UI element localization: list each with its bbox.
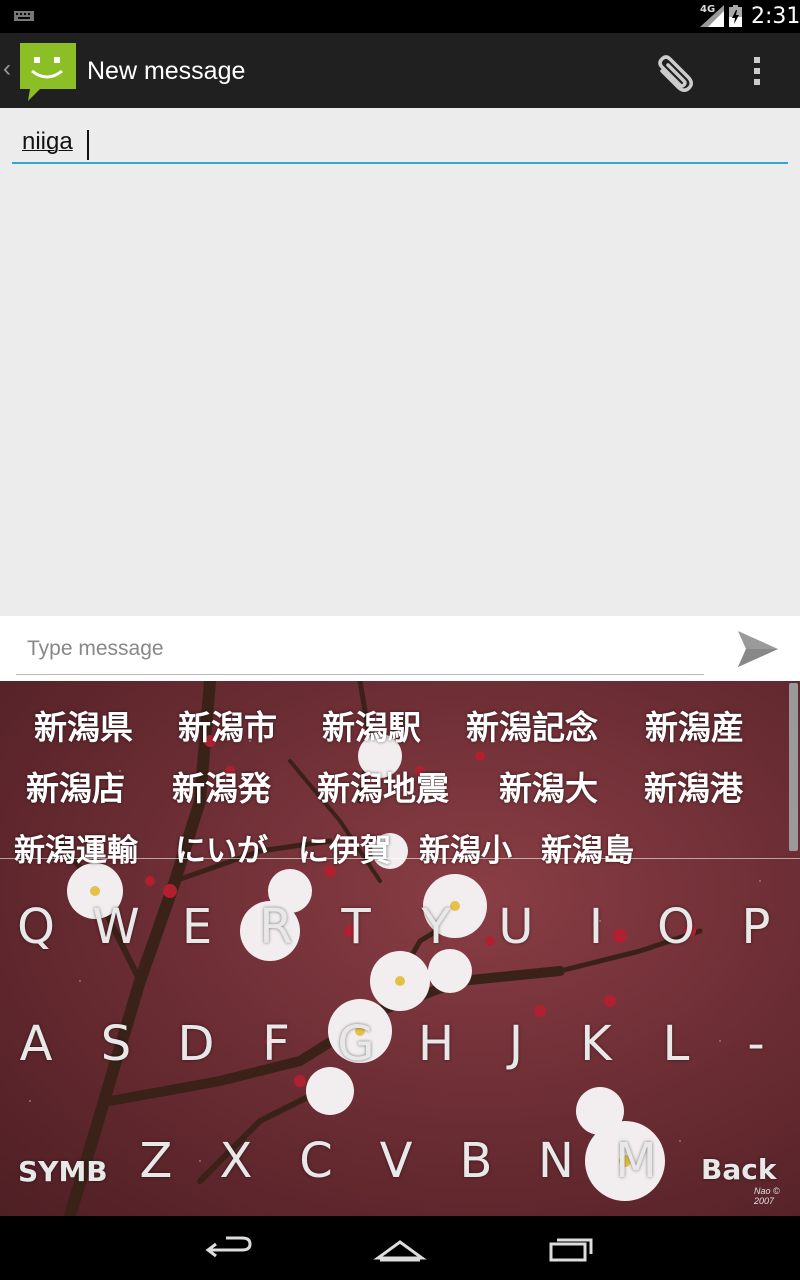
candidate-word[interactable]: 新潟運輸	[14, 825, 138, 870]
key-j[interactable]: J	[486, 1016, 546, 1072]
key-x[interactable]: X	[206, 1133, 266, 1189]
up-caret-icon[interactable]: ‹	[3, 55, 11, 83]
candidate-word[interactable]: 新潟発	[172, 762, 271, 810]
candidate-word[interactable]: 新潟島	[541, 825, 634, 870]
overflow-menu-icon[interactable]	[742, 51, 772, 91]
symbol-key[interactable]: SYMB	[18, 1155, 108, 1188]
candidate-word[interactable]: 新潟駅	[322, 701, 421, 749]
key-c[interactable]: C	[286, 1133, 346, 1189]
soft-keyboard: 新潟県 新潟市 新潟駅 新潟記念 新潟産 新潟店 新潟発 新潟地震 新潟大 新潟…	[0, 681, 800, 1216]
recipient-input-text[interactable]: niiga	[22, 128, 73, 156]
clock: 2:31	[751, 4, 800, 29]
action-bar: ‹ New message	[0, 33, 800, 111]
candidate-word[interactable]: 新潟港	[644, 762, 743, 810]
key-y[interactable]: Y	[406, 899, 466, 955]
key-a[interactable]: A	[6, 1016, 66, 1072]
text-cursor	[87, 130, 89, 160]
candidate-scrollbar[interactable]	[789, 683, 798, 851]
send-icon[interactable]	[736, 629, 780, 669]
screen-title: New message	[87, 57, 246, 85]
candidate-word[interactable]: に伊賀	[298, 825, 391, 870]
signal-icon	[700, 5, 724, 27]
key-f[interactable]: F	[246, 1016, 306, 1072]
recipient-field[interactable]: niiga	[12, 124, 788, 164]
candidate-word[interactable]: 新潟産	[645, 701, 744, 749]
key-h[interactable]: H	[406, 1016, 466, 1072]
messaging-app-icon[interactable]	[16, 39, 80, 103]
key-l[interactable]: L	[646, 1016, 706, 1072]
status-bar: 4G 2:31	[0, 0, 800, 33]
candidate-word[interactable]: 新潟小	[419, 825, 512, 870]
navigation-bar	[0, 1216, 800, 1280]
key-s[interactable]: S	[86, 1016, 146, 1072]
candidate-bar: 新潟県 新潟市 新潟駅 新潟記念 新潟産 新潟店 新潟発 新潟地震 新潟大 新潟…	[0, 681, 800, 869]
recent-apps-icon[interactable]	[541, 1230, 601, 1270]
key-g[interactable]: G	[326, 1016, 386, 1072]
candidate-word[interactable]: 新潟地震	[317, 762, 449, 810]
key-n[interactable]: N	[526, 1133, 586, 1189]
wallpaper-credit: Nao © 2007	[754, 1186, 780, 1206]
key-hyphen[interactable]: -	[726, 1016, 786, 1072]
key-o[interactable]: O	[646, 899, 706, 955]
back-nav-icon[interactable]	[200, 1230, 260, 1270]
key-b[interactable]: B	[446, 1133, 506, 1189]
candidate-word[interactable]: にいが	[175, 825, 268, 870]
message-input[interactable]: Type message	[16, 632, 704, 675]
candidate-word[interactable]: 新潟県	[34, 701, 133, 749]
key-p[interactable]: P	[726, 899, 786, 955]
battery-icon	[729, 5, 742, 27]
candidate-word[interactable]: 新潟大	[499, 762, 598, 810]
backspace-key[interactable]: Back	[701, 1153, 776, 1186]
key-t[interactable]: T	[326, 899, 386, 955]
conversation-area: niiga	[0, 108, 800, 616]
key-e[interactable]: E	[167, 899, 227, 955]
key-m[interactable]: M	[606, 1133, 666, 1189]
key-d[interactable]: D	[166, 1016, 226, 1072]
key-q[interactable]: Q	[6, 899, 66, 955]
key-w[interactable]: W	[86, 899, 146, 955]
candidate-word[interactable]: 新潟記念	[466, 701, 598, 749]
key-i[interactable]: I	[566, 899, 626, 955]
home-nav-icon[interactable]	[370, 1230, 430, 1270]
key-u[interactable]: U	[486, 899, 546, 955]
key-k[interactable]: K	[566, 1016, 626, 1072]
key-v[interactable]: V	[366, 1133, 426, 1189]
attach-icon[interactable]	[650, 51, 694, 95]
candidate-word[interactable]: 新潟市	[178, 701, 277, 749]
candidate-word[interactable]: 新潟店	[26, 762, 125, 810]
keyboard-indicator-icon	[14, 11, 34, 21]
message-placeholder: Type message	[27, 637, 164, 660]
candidate-divider	[0, 858, 800, 859]
compose-bar: Type message	[0, 616, 800, 681]
key-z[interactable]: Z	[126, 1133, 186, 1189]
key-r[interactable]: R	[246, 899, 306, 955]
